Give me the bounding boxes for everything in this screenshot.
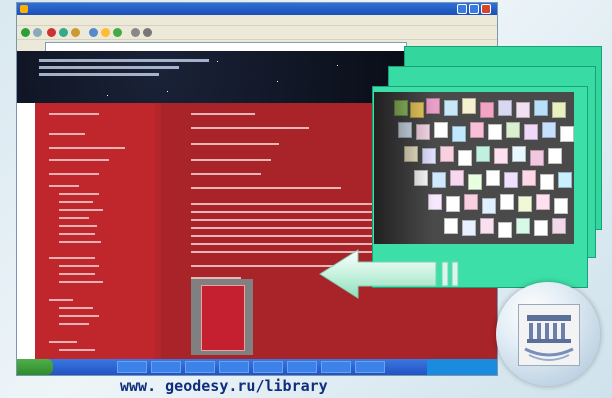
search-icon[interactable] xyxy=(89,28,98,37)
left-arrow-icon xyxy=(319,249,459,299)
print-icon[interactable] xyxy=(143,28,152,37)
globe-logo-icon xyxy=(496,282,600,386)
stop-icon[interactable] xyxy=(47,28,56,37)
refresh-icon[interactable] xyxy=(59,28,68,37)
library-url-caption: www. geodesy.ru/library xyxy=(120,377,328,395)
favorites-icon[interactable] xyxy=(101,28,110,37)
taskbar-item[interactable] xyxy=(151,361,181,373)
taskbar-item[interactable] xyxy=(117,361,147,373)
taskbar-item[interactable] xyxy=(355,361,385,373)
minimize-button[interactable] xyxy=(457,4,467,14)
browser-toolbar xyxy=(17,25,497,40)
system-tray xyxy=(427,359,497,375)
browser-menu-bar xyxy=(17,15,497,25)
close-button[interactable] xyxy=(481,4,491,14)
site-left-navigation xyxy=(35,103,155,359)
browser-app-icon xyxy=(20,5,28,13)
back-arrow-icon[interactable] xyxy=(21,28,30,37)
taskbar-item[interactable] xyxy=(219,361,249,373)
windows-taskbar xyxy=(17,359,497,375)
taskbar-item[interactable] xyxy=(287,361,317,373)
forward-arrow-icon[interactable] xyxy=(33,28,42,37)
browser-title-bar xyxy=(17,3,497,15)
home-icon[interactable] xyxy=(71,28,80,37)
history-icon[interactable] xyxy=(113,28,122,37)
textbooks-photo xyxy=(374,92,574,244)
mail-icon[interactable] xyxy=(131,28,140,37)
maximize-button[interactable] xyxy=(469,4,479,14)
book-cover-thumbnail[interactable] xyxy=(191,279,253,355)
taskbar-item[interactable] xyxy=(253,361,283,373)
start-button[interactable] xyxy=(17,359,53,375)
taskbar-item[interactable] xyxy=(185,361,215,373)
university-emblem-icon xyxy=(518,304,580,366)
site-title-blurred xyxy=(39,59,219,80)
taskbar-item[interactable] xyxy=(321,361,351,373)
